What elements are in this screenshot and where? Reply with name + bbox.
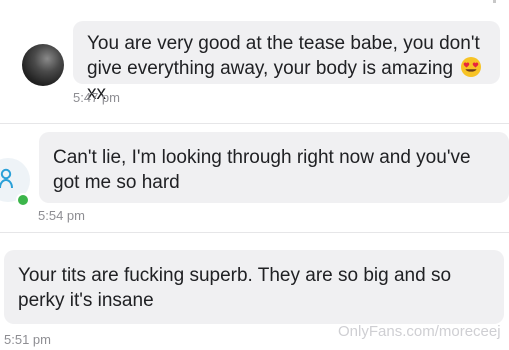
message-time-2: 5:54 pm xyxy=(38,208,85,223)
user-icon xyxy=(0,168,13,189)
corner-mark xyxy=(493,0,496,3)
online-status-dot xyxy=(16,193,30,207)
message-text: Your tits are fucking superb. They are s… xyxy=(18,265,452,311)
message-text: Can't lie, I'm looking through right now… xyxy=(53,147,471,193)
message-bubble-1: You are very good at the tease babe, you… xyxy=(73,21,500,104)
message-bubble-3: Your tits are fucking superb. They are s… xyxy=(4,250,504,324)
sender-avatar[interactable] xyxy=(22,44,64,86)
message-time-1: 5:47 pm xyxy=(73,90,120,105)
message-bubble-2: Can't lie, I'm looking through right now… xyxy=(39,132,509,203)
message-time-3: 5:51 pm xyxy=(4,332,51,347)
divider-2 xyxy=(0,232,509,233)
message-text: You are very good at the tease babe, you… xyxy=(87,33,480,79)
divider-1 xyxy=(0,123,509,124)
watermark-text: OnlyFans.com/moreceej xyxy=(338,323,501,340)
heart-eyes-emoji-icon xyxy=(461,57,482,77)
